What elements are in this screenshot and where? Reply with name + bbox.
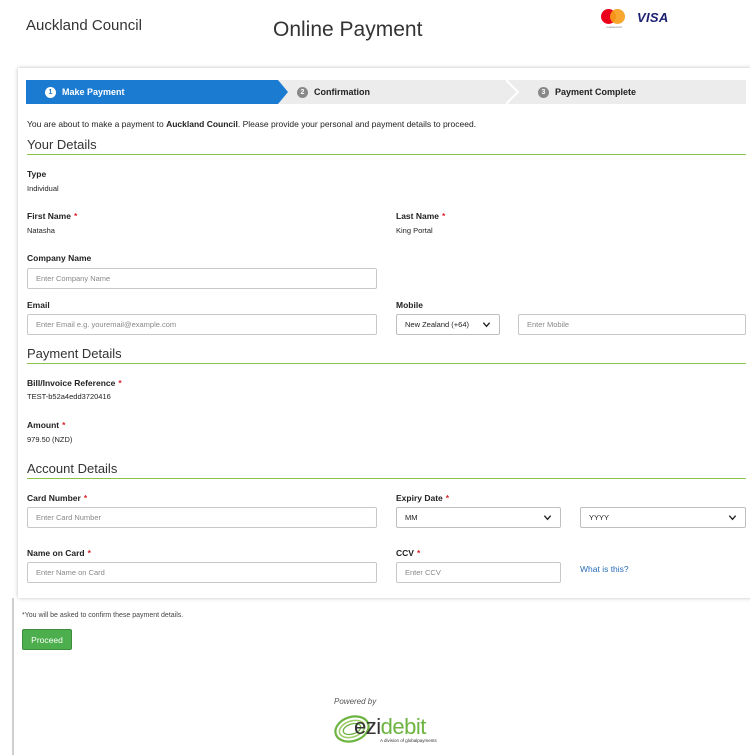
amount-label-text: Amount	[27, 420, 60, 430]
email-input[interactable]	[27, 314, 377, 335]
intro-before: You are about to make a payment to	[27, 119, 167, 129]
required-marker: *	[442, 211, 446, 221]
expiry-year-select[interactable]: YYYY	[580, 507, 746, 528]
company-name-input[interactable]	[27, 268, 377, 289]
company-label: Company Name	[27, 253, 92, 263]
reference-value: TEST-b52a4edd3720416	[27, 392, 111, 401]
payment-details-title: Payment Details	[27, 346, 122, 361]
payment-panel: 1 Make Payment 2 Confirmation 3 Payment …	[18, 68, 750, 598]
page-title: Online Payment	[273, 18, 423, 41]
amount-label: Amount *	[27, 420, 65, 430]
card-logos: mastercard VISA	[601, 9, 669, 29]
required-marker: *	[87, 548, 91, 558]
ccv-input[interactable]	[396, 562, 561, 583]
expiry-year-value: YYYY	[589, 513, 610, 522]
ezi-part: ezi	[354, 714, 381, 739]
step-label: Make Payment	[62, 87, 125, 97]
type-value: Individual	[27, 184, 59, 193]
left-border	[12, 598, 14, 755]
org-name: Auckland Council	[26, 17, 142, 34]
required-marker: *	[118, 378, 122, 388]
chevron-down-icon	[728, 515, 737, 521]
amount-value: 979.50 (NZD)	[27, 435, 73, 444]
intro-org: Auckland Council	[166, 119, 238, 129]
required-marker: *	[83, 493, 88, 503]
card-number-label-text: Card Number	[27, 493, 81, 503]
required-marker: *	[62, 420, 66, 430]
last-name-value: King Portal	[396, 226, 433, 235]
card-number-input[interactable]	[27, 507, 377, 528]
ezidebit-logo: ezidebit A division of globalpayments	[332, 706, 467, 750]
mastercard-caption: mastercard	[606, 25, 622, 29]
step-label: Confirmation	[314, 87, 370, 97]
step-confirmation: 2 Confirmation	[297, 80, 370, 104]
step-arrow	[278, 80, 288, 104]
name-on-card-input[interactable]	[27, 562, 377, 583]
top-header: Auckland Council Online Payment masterca…	[0, 0, 750, 66]
ezidebit-wordmark: ezidebit	[354, 714, 426, 740]
expiry-date-label-text: Expiry Date	[396, 493, 443, 503]
ccv-label-text: CCV	[396, 548, 414, 558]
required-marker: *	[445, 493, 450, 503]
name-on-card-label: Name on Card *	[27, 548, 91, 558]
chevron-down-icon	[482, 322, 491, 328]
chevron-down-icon	[543, 515, 552, 521]
step-number: 1	[45, 86, 56, 98]
step-number: 2	[297, 86, 308, 98]
your-details-title: Your Details	[27, 137, 97, 152]
first-name-label-text: First Name	[27, 211, 71, 221]
step-number: 3	[538, 86, 549, 98]
progress-steps: 1 Make Payment 2 Confirmation 3 Payment …	[26, 80, 746, 104]
proceed-button[interactable]: Proceed	[22, 629, 72, 650]
what-is-this-link[interactable]: What is this?	[580, 564, 629, 574]
first-name-label: First Name *	[27, 211, 77, 221]
step-make-payment: 1 Make Payment	[26, 80, 278, 104]
expiry-date-label: Expiry Date *	[396, 493, 449, 503]
email-label: Email	[27, 300, 50, 310]
reference-label-text: Bill/Invoice Reference	[27, 378, 116, 388]
confirm-note: *You will be asked to confirm these paym…	[22, 612, 184, 619]
step-separator	[506, 80, 520, 104]
type-label: Type	[27, 169, 47, 179]
debit-part: debit	[380, 714, 427, 739]
name-on-card-label-text: Name on Card	[27, 548, 85, 558]
mobile-country-value: New Zealand (+64)	[405, 320, 469, 329]
section-divider	[27, 478, 746, 479]
expiry-month-value: MM	[405, 513, 418, 522]
intro-text: You are about to make a payment to Auckl…	[27, 119, 476, 129]
last-name-label: Last Name *	[396, 211, 445, 221]
expiry-month-select[interactable]: MM	[396, 507, 561, 528]
powered-by-text: Powered by	[334, 697, 377, 706]
required-marker: *	[73, 211, 78, 221]
required-marker: *	[416, 548, 421, 558]
first-name-value: Natasha	[27, 226, 55, 235]
intro-after: . Please provide your personal and payme…	[237, 119, 477, 129]
last-name-label-text: Last Name	[396, 211, 439, 221]
ccv-label: CCV *	[396, 548, 420, 558]
step-payment-complete: 3 Payment Complete	[538, 80, 636, 104]
mobile-input[interactable]	[518, 314, 746, 335]
visa-logo: VISA	[637, 10, 669, 25]
mastercard-logo: mastercard	[601, 9, 627, 29]
section-divider	[27, 154, 746, 155]
mobile-country-select[interactable]: New Zealand (+64)	[396, 314, 500, 335]
section-divider	[27, 363, 746, 364]
account-details-title: Account Details	[27, 461, 118, 476]
step-label: Payment Complete	[555, 87, 637, 97]
reference-label: Bill/Invoice Reference *	[27, 378, 122, 388]
card-number-label: Card Number *	[27, 493, 87, 503]
mobile-label: Mobile	[396, 300, 423, 310]
ezidebit-tagline: A division of globalpayments	[380, 738, 437, 743]
